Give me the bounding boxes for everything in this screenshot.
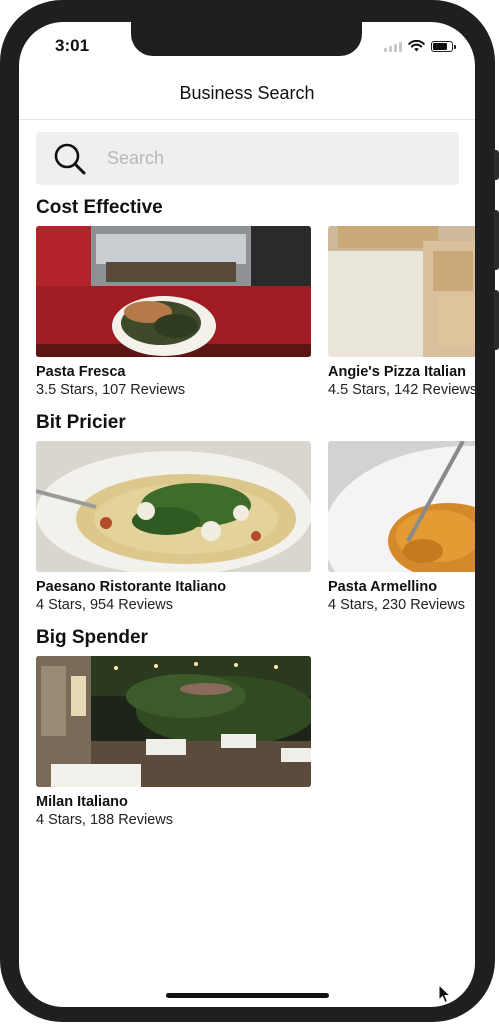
business-name: Milan Italiano <box>36 794 128 810</box>
battery-fill <box>433 42 448 50</box>
home-indicator[interactable] <box>166 993 329 998</box>
business-card[interactable]: Paesano Ristorante Italiano 4 Stars, 954… <box>36 441 311 613</box>
section-title-big-spender: Big Spender <box>36 627 148 648</box>
search-icon <box>54 143 86 174</box>
side-button <box>494 150 499 180</box>
page-title: Business Search <box>179 83 315 103</box>
business-name: Pasta Armellino <box>328 579 438 595</box>
business-card[interactable]: Pasta Armellino 4 Stars, 230 Reviews <box>328 441 475 613</box>
device-frame: 3:01 Business Search Co <box>0 0 499 1024</box>
battery-icon <box>431 40 456 52</box>
business-name: Paesano Ristorante Italiano <box>36 579 227 595</box>
search-bar[interactable] <box>36 132 459 185</box>
business-photo <box>328 441 475 572</box>
business-rating: 3.5 Stars, 107 Reviews <box>36 382 186 398</box>
signal-icon <box>384 41 402 52</box>
status-time: 3:01 <box>55 36 90 55</box>
business-name: Pasta Fresca <box>36 364 126 380</box>
side-button <box>494 290 499 350</box>
business-name: Angie's Pizza Italian <box>328 364 467 380</box>
business-photo <box>36 656 311 787</box>
business-rating: 4 Stars, 188 Reviews <box>36 812 174 828</box>
search-input[interactable] <box>105 147 409 170</box>
section-title-bit-pricier: Bit Pricier <box>36 412 126 433</box>
business-photo <box>36 226 311 357</box>
business-card[interactable]: Milan Italiano 4 Stars, 188 Reviews <box>36 656 311 828</box>
mouse-cursor-icon <box>438 984 452 1004</box>
business-rating: 4 Stars, 954 Reviews <box>36 597 174 613</box>
business-card[interactable]: Pasta Fresca 3.5 Stars, 107 Reviews <box>36 226 311 398</box>
nav-divider <box>19 119 475 120</box>
business-rating: 4.5 Stars, 142 Reviews <box>328 382 475 398</box>
wifi-icon <box>408 40 425 52</box>
business-card[interactable]: Angie's Pizza Italian 4.5 Stars, 142 Rev… <box>328 226 475 398</box>
business-photo <box>328 226 475 357</box>
business-photo <box>36 441 311 572</box>
app-screen: 3:01 Business Search Co <box>19 22 475 1007</box>
notch <box>131 22 362 56</box>
side-button <box>494 210 499 270</box>
section-title-cost-effective: Cost Effective <box>36 197 163 218</box>
status-icons <box>384 40 456 52</box>
business-rating: 4 Stars, 230 Reviews <box>328 597 466 613</box>
